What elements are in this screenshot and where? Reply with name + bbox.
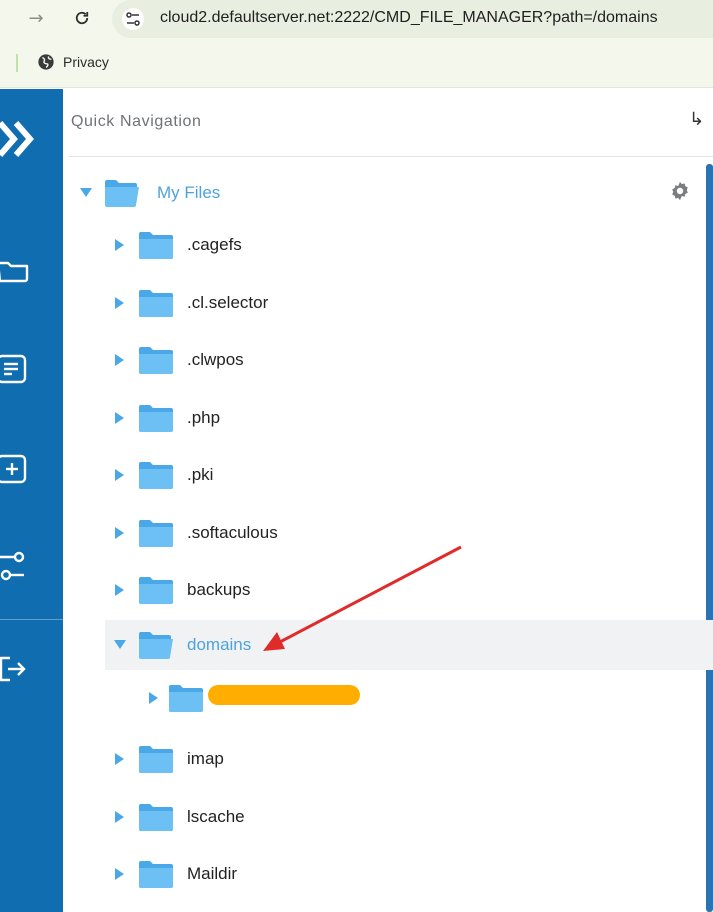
- tree-item-dot-cl-selector[interactable]: .cl.selector: [113, 278, 268, 328]
- tree-root-label: My Files: [157, 183, 221, 202]
- bookmarks-separator: [16, 54, 18, 72]
- caret-right-icon[interactable]: [113, 468, 127, 482]
- address-bar[interactable]: cloud2.defaultserver.net:2222/CMD_FILE_M…: [112, 0, 713, 38]
- forward-arrow-icon[interactable]: →: [24, 6, 48, 30]
- tree-item-label: .pki: [187, 465, 214, 484]
- add-box-icon[interactable]: [0, 454, 30, 484]
- tree-item-backups[interactable]: backups: [113, 565, 250, 615]
- caret-right-icon[interactable]: [113, 583, 127, 597]
- caret-right-icon[interactable]: [113, 810, 127, 824]
- tree-item-label: backups: [187, 580, 251, 599]
- bookmarks-bar: Privacy: [0, 48, 713, 78]
- browser-chrome: → cloud2.defaultserver.net:2222/CMD_FILE…: [0, 0, 713, 88]
- caret-right-icon[interactable]: [113, 411, 127, 425]
- tree-item-dot-clwpos[interactable]: .clwpos: [113, 335, 244, 385]
- folder-icon: [139, 405, 173, 432]
- connection-icon[interactable]: [0, 551, 30, 581]
- tree-item-dot-php[interactable]: .php: [113, 393, 220, 443]
- tree-item-lscache[interactable]: lscache: [113, 792, 245, 842]
- globe-icon: [38, 54, 54, 70]
- tree-item-imap[interactable]: imap: [113, 734, 224, 784]
- folder-icon: [139, 462, 173, 489]
- tree-item-label: Maildir: [187, 864, 238, 883]
- folder-icon: [169, 685, 203, 712]
- bookmark-label: Privacy: [63, 54, 109, 70]
- return-arrow-icon[interactable]: ↳: [689, 109, 704, 130]
- tree-item-maildir[interactable]: Maildir: [113, 849, 237, 899]
- logout-icon[interactable]: [0, 654, 30, 684]
- folder-icon: [139, 347, 173, 374]
- panel-title: Quick Navigation: [71, 113, 202, 130]
- caret-right-icon[interactable]: [113, 752, 127, 766]
- caret-right-icon[interactable]: [113, 238, 127, 252]
- site-settings-icon[interactable]: [122, 8, 144, 30]
- folder-icon: [139, 746, 173, 773]
- caret-right-icon[interactable]: [113, 867, 127, 881]
- app-sidebar: [0, 89, 63, 912]
- folder-icon: [139, 577, 173, 604]
- tree-item-label: .cagefs: [187, 235, 242, 254]
- tree-item-label: lscache: [187, 807, 245, 826]
- tree-item-dot-softaculous[interactable]: .softaculous: [113, 508, 278, 558]
- logo-chevron-icon[interactable]: [0, 119, 36, 159]
- caret-down-icon[interactable]: [113, 638, 127, 652]
- tree-item-domains[interactable]: domains: [113, 620, 251, 670]
- caret-right-icon[interactable]: [113, 296, 127, 310]
- tree-item-label: .softaculous: [187, 523, 278, 542]
- tree-item-dot-pki[interactable]: .pki: [113, 450, 213, 500]
- scrollbar[interactable]: [706, 164, 713, 912]
- caret-right-icon[interactable]: [147, 691, 161, 705]
- folder-icon: [139, 804, 173, 831]
- tree-item-domain-child[interactable]: [147, 673, 203, 723]
- bookmark-privacy[interactable]: Privacy: [37, 53, 109, 71]
- sidebar-divider: [0, 619, 63, 620]
- tree-item-label: .cl.selector: [187, 293, 269, 312]
- tree-item-label: imap: [187, 749, 224, 768]
- folder-icon: [139, 232, 173, 259]
- tree-item-label: .clwpos: [187, 350, 244, 369]
- quick-navigation-panel: Quick Navigation ↳ My Files .cagefs .cl.s…: [63, 89, 713, 912]
- redaction-mark: [208, 685, 360, 705]
- tree-item-label: .php: [187, 408, 221, 427]
- folder-icon: [139, 290, 173, 317]
- url-text[interactable]: cloud2.defaultserver.net:2222/CMD_FILE_M…: [160, 9, 658, 27]
- document-icon[interactable]: [0, 354, 30, 384]
- folder-open-icon: [105, 180, 139, 207]
- caret-right-icon[interactable]: [113, 353, 127, 367]
- gear-icon[interactable]: [669, 180, 691, 202]
- folder-icon: [139, 520, 173, 547]
- caret-down-icon[interactable]: [79, 186, 93, 200]
- tree-root-my-files[interactable]: My Files: [79, 168, 220, 218]
- caret-right-icon[interactable]: [113, 526, 127, 540]
- tree-item-dot-cagefs[interactable]: .cagefs: [113, 220, 242, 270]
- folder-icon[interactable]: [0, 255, 30, 285]
- folder-open-icon: [139, 632, 173, 659]
- reload-icon[interactable]: [70, 6, 94, 30]
- folder-icon: [139, 861, 173, 888]
- tree-item-label: domains: [187, 635, 252, 654]
- header-divider: [69, 156, 713, 157]
